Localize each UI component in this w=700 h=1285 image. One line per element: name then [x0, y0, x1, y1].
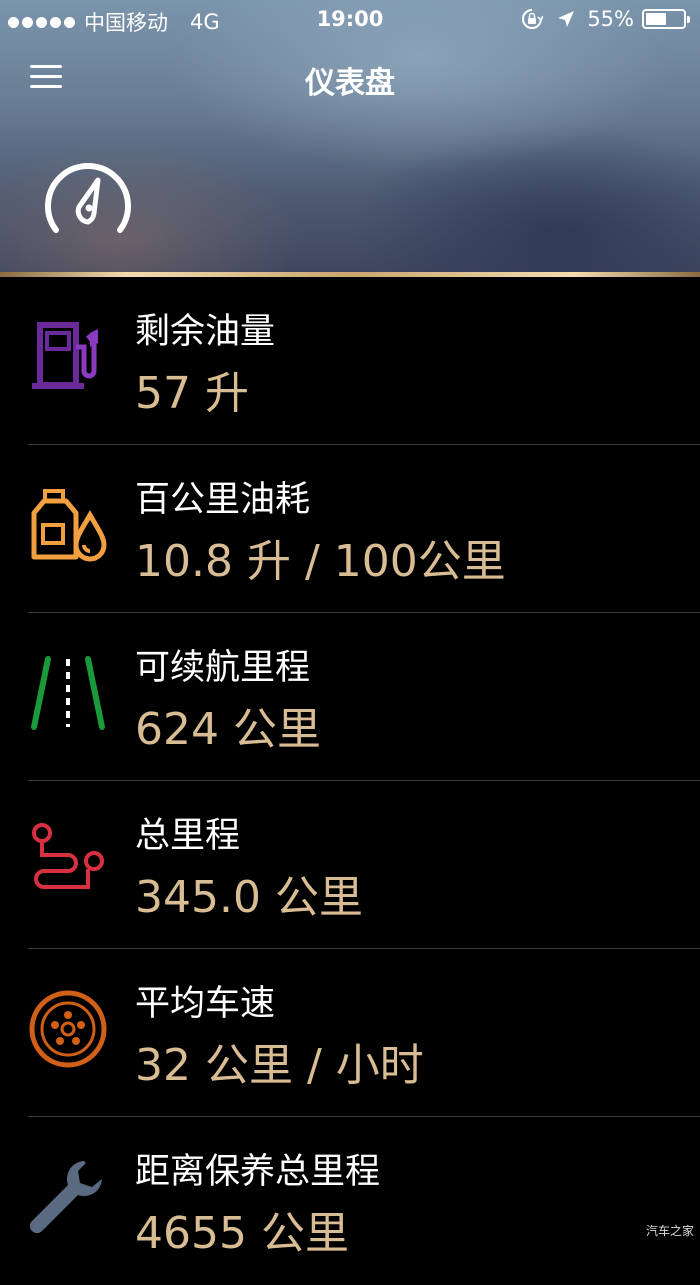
- list-item-maintenance-mileage[interactable]: 距离保养总里程 4655 公里: [0, 1117, 700, 1285]
- list-item-total-mileage[interactable]: 总里程 345.0 公里: [0, 781, 700, 949]
- fuel-remaining-label: 剩余油量: [135, 312, 276, 352]
- fuel-remaining-value: 57 升: [135, 368, 249, 419]
- fuel-consumption-label: 百公里油耗: [135, 480, 311, 520]
- list-item-range[interactable]: 可续航里程 624 公里: [0, 613, 700, 781]
- fuel-consumption-value: 10.8 升 / 100公里: [135, 536, 506, 587]
- tire-icon: [29, 990, 107, 1068]
- battery-percent: 55%: [587, 7, 634, 31]
- dashboard-list: 剩余油量 57 升 百公里油耗 10.8 升 / 100公里 可续航里程 624…: [0, 277, 700, 1285]
- battery-fill: [646, 13, 666, 25]
- fuel-pump-icon: [32, 322, 98, 389]
- maintenance-mileage-value: 4655 公里: [135, 1208, 349, 1259]
- total-mileage-value: 345.0 公里: [135, 872, 363, 923]
- road-icon: [31, 656, 105, 730]
- battery-cap: [687, 16, 690, 23]
- status-right: 55%: [521, 7, 690, 31]
- speedometer-icon: [45, 163, 131, 233]
- page-title: 仪表盘: [305, 66, 395, 101]
- maintenance-mileage-label: 距离保养总里程: [135, 1152, 381, 1192]
- list-item-fuel-remaining[interactable]: 剩余油量 57 升: [0, 277, 700, 445]
- location-arrow-icon: [558, 11, 575, 27]
- route-icon: [32, 823, 104, 889]
- list-item-fuel-consumption[interactable]: 百公里油耗 10.8 升 / 100公里: [0, 445, 700, 613]
- range-label: 可续航里程: [135, 648, 311, 688]
- watermark: 汽车之家: [645, 1224, 694, 1238]
- average-speed-label: 平均车速: [135, 984, 276, 1024]
- total-mileage-label: 总里程: [135, 816, 241, 856]
- wrench-icon: [29, 1161, 102, 1234]
- rotation-lock-icon: [522, 9, 544, 29]
- list-item-average-speed[interactable]: 平均车速 32 公里 / 小时: [0, 949, 700, 1117]
- status-bar: 中国移动 4G 19:00 55%: [0, 0, 700, 40]
- oil-can-icon: [31, 489, 107, 562]
- average-speed-value: 32 公里 / 小时: [135, 1040, 424, 1091]
- range-value: 624 公里: [135, 704, 321, 755]
- battery-icon: [642, 9, 690, 29]
